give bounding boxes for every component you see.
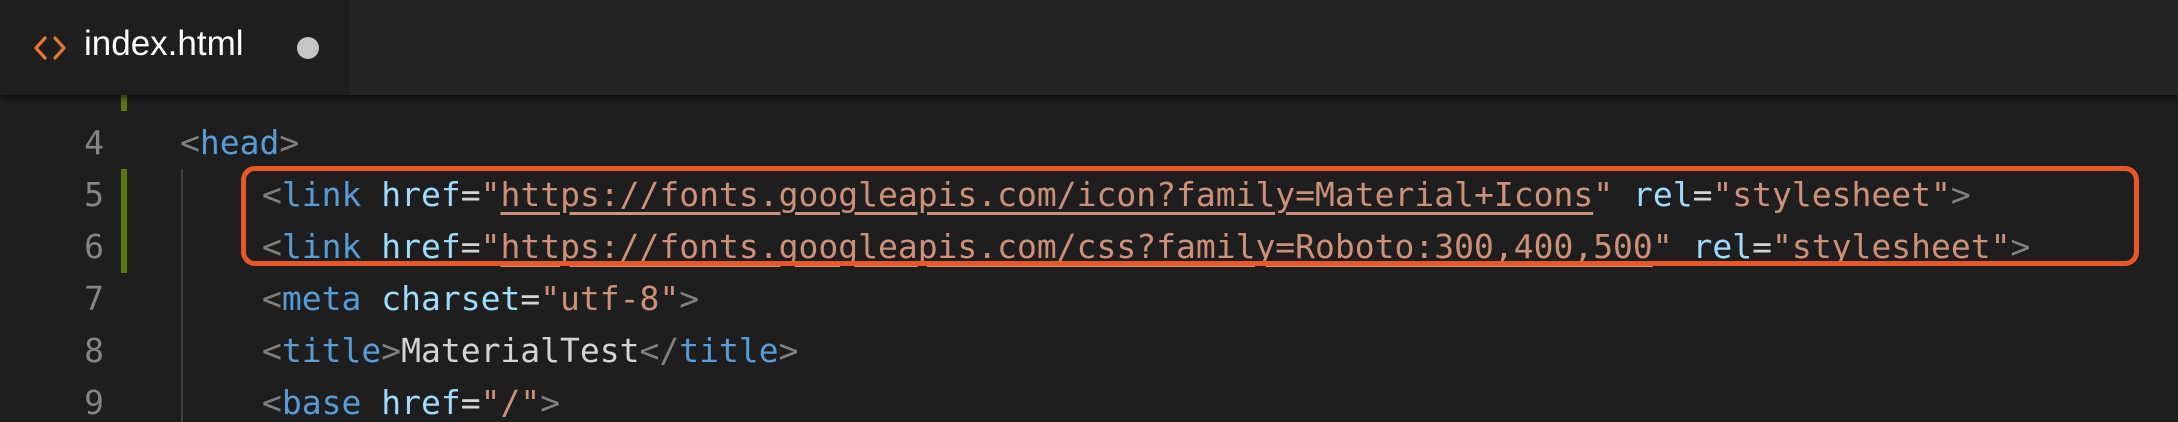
code-token[interactable]: https://fonts.googleapis.com/icon?family… bbox=[500, 175, 1593, 214]
code-text[interactable]: <base href="/"> bbox=[262, 377, 560, 422]
code-text[interactable]: <meta charset="utf-8"> bbox=[262, 273, 699, 325]
code-token: charset bbox=[381, 279, 521, 318]
code-token: < bbox=[262, 331, 282, 370]
line-number: 7 bbox=[84, 279, 104, 318]
code-token: link bbox=[281, 175, 362, 214]
editor-tab-bar: index.html bbox=[0, 0, 2178, 95]
code-token: href bbox=[381, 175, 461, 214]
code-token: > bbox=[381, 331, 402, 370]
code-token: > bbox=[778, 331, 799, 370]
code-token[interactable]: https://fonts.googleapis.com/css?family=… bbox=[500, 227, 1652, 266]
code-token: " bbox=[480, 175, 501, 214]
code-text[interactable]: <head> bbox=[180, 117, 299, 169]
code-token: > bbox=[279, 123, 300, 162]
code-token: < bbox=[262, 227, 282, 266]
code-token: rel bbox=[1692, 227, 1753, 266]
code-token: = bbox=[460, 175, 481, 214]
code-token: " bbox=[480, 227, 501, 266]
code-token: > bbox=[2010, 227, 2031, 266]
code-token: title bbox=[679, 331, 779, 370]
code-token: href bbox=[381, 227, 461, 266]
code-token: title bbox=[281, 331, 382, 370]
code-token: < bbox=[262, 383, 282, 422]
code-token: rel bbox=[1632, 175, 1693, 214]
code-text[interactable]: <link href="https://fonts.googleapis.com… bbox=[262, 169, 1971, 221]
code-token: href bbox=[381, 383, 461, 422]
code-token: = bbox=[460, 227, 481, 266]
code-token: " bbox=[1652, 227, 1673, 266]
code-token: > bbox=[540, 383, 561, 422]
code-line[interactable]: 4 <head> bbox=[0, 117, 2178, 169]
code-token: = bbox=[1752, 227, 1773, 266]
tab-filename: index.html bbox=[84, 24, 244, 63]
code-token: "stylesheet" bbox=[1772, 227, 2011, 266]
gutter-modified-marker bbox=[121, 95, 127, 111]
line-number: 8 bbox=[84, 331, 104, 370]
code-token: < bbox=[180, 123, 200, 162]
code-token: = bbox=[520, 279, 541, 318]
code-line[interactable]: 5 <link href="https://fonts.googleapis.c… bbox=[0, 169, 2178, 221]
code-text[interactable]: <link href="https://fonts.googleapis.com… bbox=[262, 221, 2030, 273]
code-token: head bbox=[199, 123, 280, 162]
code-token: > bbox=[1950, 175, 1971, 214]
line-number: 5 bbox=[84, 175, 104, 214]
code-token: "/" bbox=[480, 383, 541, 422]
code-token: > bbox=[679, 279, 700, 318]
code-token: link bbox=[281, 227, 362, 266]
code-line[interactable]: 9 <base href="/"> bbox=[0, 377, 2178, 422]
code-line[interactable]: 8 <title>MaterialTest</title> bbox=[0, 325, 2178, 377]
code-token: base bbox=[281, 383, 362, 422]
code-token: "utf-8" bbox=[540, 279, 680, 318]
code-token: < bbox=[262, 279, 282, 318]
code-editor[interactable]: 4 <head> 5 <link href="https://fonts.goo… bbox=[0, 95, 2178, 422]
code-token: < bbox=[262, 175, 282, 214]
code-token: " bbox=[1593, 175, 1614, 214]
tab-index-html[interactable]: index.html bbox=[0, 0, 350, 95]
code-token: = bbox=[460, 383, 481, 422]
line-number: 4 bbox=[84, 123, 104, 162]
unsaved-dot-icon[interactable] bbox=[297, 37, 319, 59]
line-number: 9 bbox=[84, 383, 104, 422]
code-line[interactable]: 7 <meta charset="utf-8"> bbox=[0, 273, 2178, 325]
code-token: MaterialTest bbox=[401, 331, 640, 370]
code-token: = bbox=[1692, 175, 1713, 214]
code-token: </ bbox=[639, 331, 680, 370]
code-text[interactable]: <title>MaterialTest</title> bbox=[262, 325, 798, 377]
line-number: 6 bbox=[84, 227, 104, 266]
code-brackets-icon bbox=[34, 36, 66, 60]
code-token: "stylesheet" bbox=[1712, 175, 1951, 214]
code-token: meta bbox=[281, 279, 362, 318]
code-line[interactable]: 6 <link href="https://fonts.googleapis.c… bbox=[0, 221, 2178, 273]
